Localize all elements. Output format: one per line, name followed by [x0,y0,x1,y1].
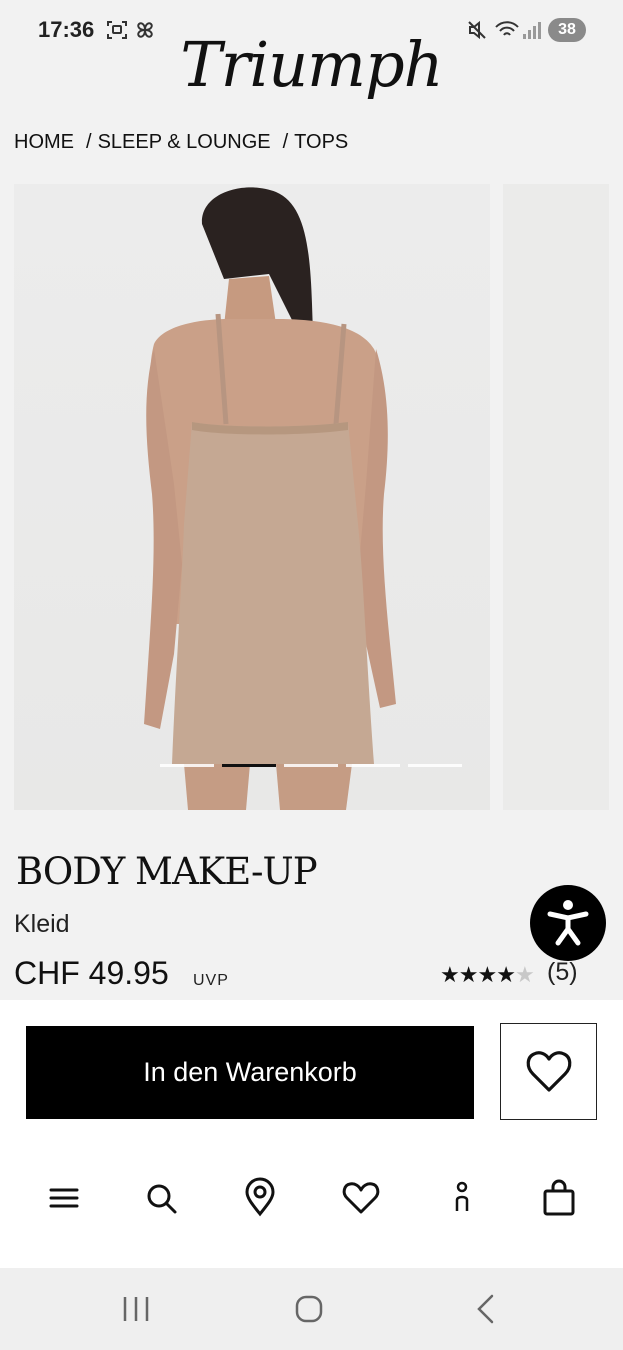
bag-icon[interactable] [537,1176,581,1220]
search-icon[interactable] [139,1176,183,1220]
star-half-icon: ★ [514,962,535,987]
star-icon: ★ [496,962,516,987]
rating-stars[interactable]: ★★★★★ [440,962,535,988]
gallery-dot[interactable] [408,764,462,767]
next-product-image[interactable] [503,184,609,810]
gallery-dot-active[interactable] [222,764,276,767]
gallery-dot[interactable] [160,764,214,767]
add-to-wishlist-button[interactable] [500,1023,597,1120]
gallery-dot[interactable] [346,764,400,767]
store-locator-icon[interactable] [238,1176,282,1220]
product-price: CHF 49.95 [14,955,169,991]
breadcrumb-item-home[interactable]: HOME [14,131,74,153]
star-icon: ★ [458,962,479,987]
menu-icon[interactable] [42,1176,86,1220]
breadcrumb-item-tops[interactable]: TOPS [294,131,348,153]
wishlist-icon[interactable] [339,1176,383,1220]
accessibility-icon [547,900,589,946]
model-illustration [144,187,396,810]
accessibility-button[interactable] [530,885,606,961]
breadcrumb-separator: / [86,131,92,153]
back-icon[interactable] [470,1292,500,1331]
account-icon[interactable] [440,1176,484,1220]
gallery-dot[interactable] [284,764,338,767]
product-type: Kleid [14,910,70,938]
recents-icon[interactable] [118,1294,154,1329]
product-name: BODY MAKE-UP [16,850,318,893]
price-note: UVP [193,972,229,989]
add-to-cart-button[interactable]: In den Warenkorb [26,1026,474,1119]
breadcrumb: HOME / SLEEP & LOUNGE / TOPS [14,131,348,154]
product-image[interactable] [14,184,490,810]
review-count[interactable]: (5) [547,958,578,987]
system-navigation-bar [0,1268,623,1350]
brand-logo[interactable]: Triumph [0,30,623,100]
breadcrumb-item-sleep-lounge[interactable]: SLEEP & LOUNGE [98,131,271,153]
heart-icon [526,1051,572,1092]
star-icon: ★ [440,962,460,987]
breadcrumb-separator: / [282,131,289,153]
home-icon[interactable] [292,1292,326,1331]
star-icon: ★ [477,962,497,987]
